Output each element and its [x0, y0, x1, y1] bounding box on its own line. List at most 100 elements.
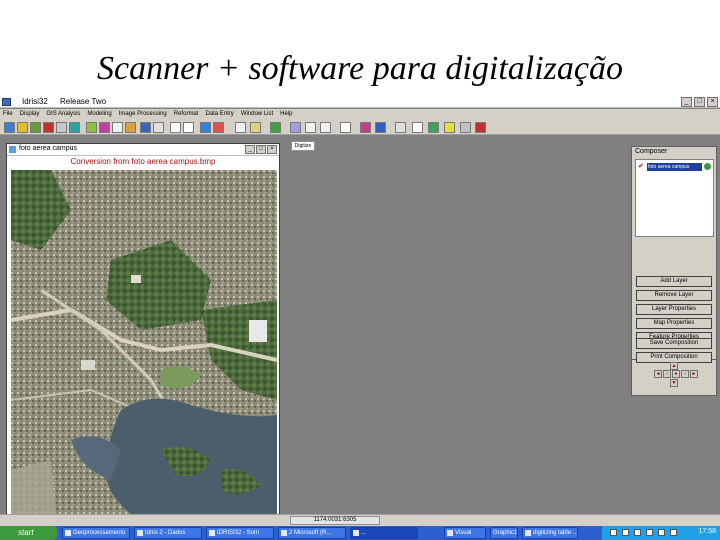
pan-icon[interactable] [305, 122, 316, 133]
window-icon [209, 530, 215, 536]
check-icon[interactable]: ✔ [638, 163, 645, 170]
symbol-icon[interactable] [444, 122, 455, 133]
taskbar: start Geoprocessamento Idrisi 2 - Dados … [0, 526, 720, 540]
tray-app-icon[interactable] [610, 529, 617, 536]
tray-volume-icon[interactable] [634, 529, 641, 536]
image-caption: Conversion from foto aerea campus.bmp [70, 157, 216, 166]
spreadsheet-icon[interactable] [412, 122, 423, 133]
wave-icon[interactable] [375, 122, 386, 133]
taskbar-item[interactable]: Geoprocessamento [62, 527, 130, 539]
maximize-icon[interactable]: □ [694, 97, 705, 107]
app-title: Idrisi32 Release Two [22, 97, 116, 106]
menu-help[interactable]: Help [280, 109, 292, 120]
measure-icon[interactable] [320, 122, 331, 133]
menu-image-processing[interactable]: Image Processing [119, 109, 167, 120]
graph-icon[interactable] [183, 122, 194, 133]
taskbar-item[interactable]: 2 Microsoft (R... [278, 527, 346, 539]
app-screenshot: Idrisi32 Release Two _ □ × File Display … [0, 96, 720, 540]
tray-network-icon[interactable] [622, 529, 629, 536]
chart-icon[interactable] [360, 122, 371, 133]
map-properties-button[interactable]: Map Properties [636, 318, 712, 329]
image-close-icon[interactable]: × [267, 145, 277, 154]
taskbar-item[interactable]: IDRISI32 - Som [206, 527, 274, 539]
stop-icon[interactable] [475, 122, 486, 133]
pan-down-icon[interactable]: ▼ [670, 379, 678, 387]
zoom-window-icon[interactable] [250, 122, 261, 133]
image-minimize-icon[interactable]: _ [245, 145, 255, 154]
pan-left-end-icon[interactable]: ◄ [654, 370, 662, 378]
menu-modeling[interactable]: Modeling [87, 109, 111, 120]
pan-left-icon[interactable]: ‹ [663, 370, 671, 378]
add-layer-button[interactable]: Add Layer [636, 276, 712, 287]
menu-reformat[interactable]: Reformat [174, 109, 199, 120]
window-icon [65, 530, 71, 536]
grid-icon[interactable] [112, 122, 123, 133]
coordinates-readout: 1174:0031:6305 [290, 516, 380, 525]
menu-file[interactable]: File [3, 109, 13, 120]
toolbar [0, 120, 720, 135]
list-icon[interactable] [395, 122, 406, 133]
menu-window-list[interactable]: Window List [241, 109, 273, 120]
histogram-icon[interactable] [153, 122, 164, 133]
digitize-icon[interactable] [200, 122, 211, 133]
taskbar-item[interactable]: Visual [444, 527, 486, 539]
pan-right-end-icon[interactable]: ► [690, 370, 698, 378]
app-titlebar: Idrisi32 Release Two _ □ × [0, 96, 720, 108]
image-icon[interactable] [140, 122, 151, 133]
display-icon[interactable] [17, 122, 28, 133]
overlay-icon[interactable] [69, 122, 80, 133]
pan-right-icon[interactable]: › [681, 370, 689, 378]
window-icon [281, 530, 287, 536]
pan-up-icon[interactable]: ▲ [670, 362, 678, 370]
app-icon [2, 98, 11, 106]
query-icon[interactable] [56, 122, 67, 133]
taskbar-item[interactable]: Idrisi 2 - Dados [134, 527, 202, 539]
palette-icon[interactable] [99, 122, 110, 133]
save-digitized-icon[interactable] [235, 122, 246, 133]
pan-center-icon[interactable]: ● [672, 370, 680, 378]
remove-layer-button[interactable]: Remove Layer [636, 290, 712, 301]
layer-row[interactable]: ✔ foto aerea campus [638, 162, 712, 171]
image-window[interactable]: foto aerea campus _ □ × Conversion from … [6, 143, 280, 515]
window-controls: _ □ × [681, 97, 718, 107]
cursor-icon[interactable] [340, 122, 351, 133]
aerial-photo[interactable] [11, 170, 277, 514]
composer-icon[interactable] [30, 122, 41, 133]
zoom-in-icon[interactable] [270, 122, 281, 133]
window-icon [525, 530, 531, 536]
close-icon[interactable]: × [707, 97, 718, 107]
image-maximize-icon[interactable]: □ [256, 145, 266, 154]
map-icon[interactable] [86, 122, 97, 133]
delete-feature-icon[interactable] [213, 122, 224, 133]
taskbar-item[interactable]: digitizing table ... [522, 527, 578, 539]
minimize-icon[interactable]: _ [681, 97, 692, 107]
save-composition-button[interactable]: Save Composition [636, 338, 712, 349]
image-window-titlebar[interactable]: foto aerea campus _ □ × [7, 144, 279, 156]
table-icon[interactable] [170, 122, 181, 133]
layer-icon[interactable] [43, 122, 54, 133]
layer-name[interactable]: foto aerea campus [647, 162, 702, 171]
menu-gis-analysis[interactable]: GIS Analysis [46, 109, 80, 120]
start-button[interactable]: start [0, 526, 58, 540]
pan-controls: ▲ ◄ ‹ ● › ► ▼ [654, 362, 698, 387]
composer-title: Composer [635, 148, 668, 155]
settings-icon[interactable] [460, 122, 471, 133]
aerial-photo-graphic [11, 170, 277, 514]
composer-panel-lower: Save Composition Print Composition ▲ ◄ ‹… [631, 338, 717, 396]
taskbar-item-active[interactable]: ... [350, 527, 418, 539]
database-icon[interactable] [428, 122, 439, 133]
open-file-icon[interactable] [4, 122, 15, 133]
tray-update-icon[interactable] [658, 529, 665, 536]
taskbar-item[interactable]: Graphic1 [490, 527, 518, 539]
zoom-out-icon[interactable] [290, 122, 301, 133]
window-icon [447, 530, 453, 536]
workspace: foto aerea campus _ □ × Conversion from … [0, 136, 720, 515]
layer-properties-button[interactable]: Layer Properties [636, 304, 712, 315]
tray-security-icon[interactable] [646, 529, 653, 536]
menu-display[interactable]: Display [20, 109, 40, 120]
system-tray: 17:58 [602, 526, 720, 540]
tray-info-icon[interactable] [670, 529, 677, 536]
menu-data-entry[interactable]: Data Entry [205, 109, 233, 120]
layer-list: ✔ foto aerea campus [635, 159, 714, 237]
calculator-icon[interactable] [125, 122, 136, 133]
